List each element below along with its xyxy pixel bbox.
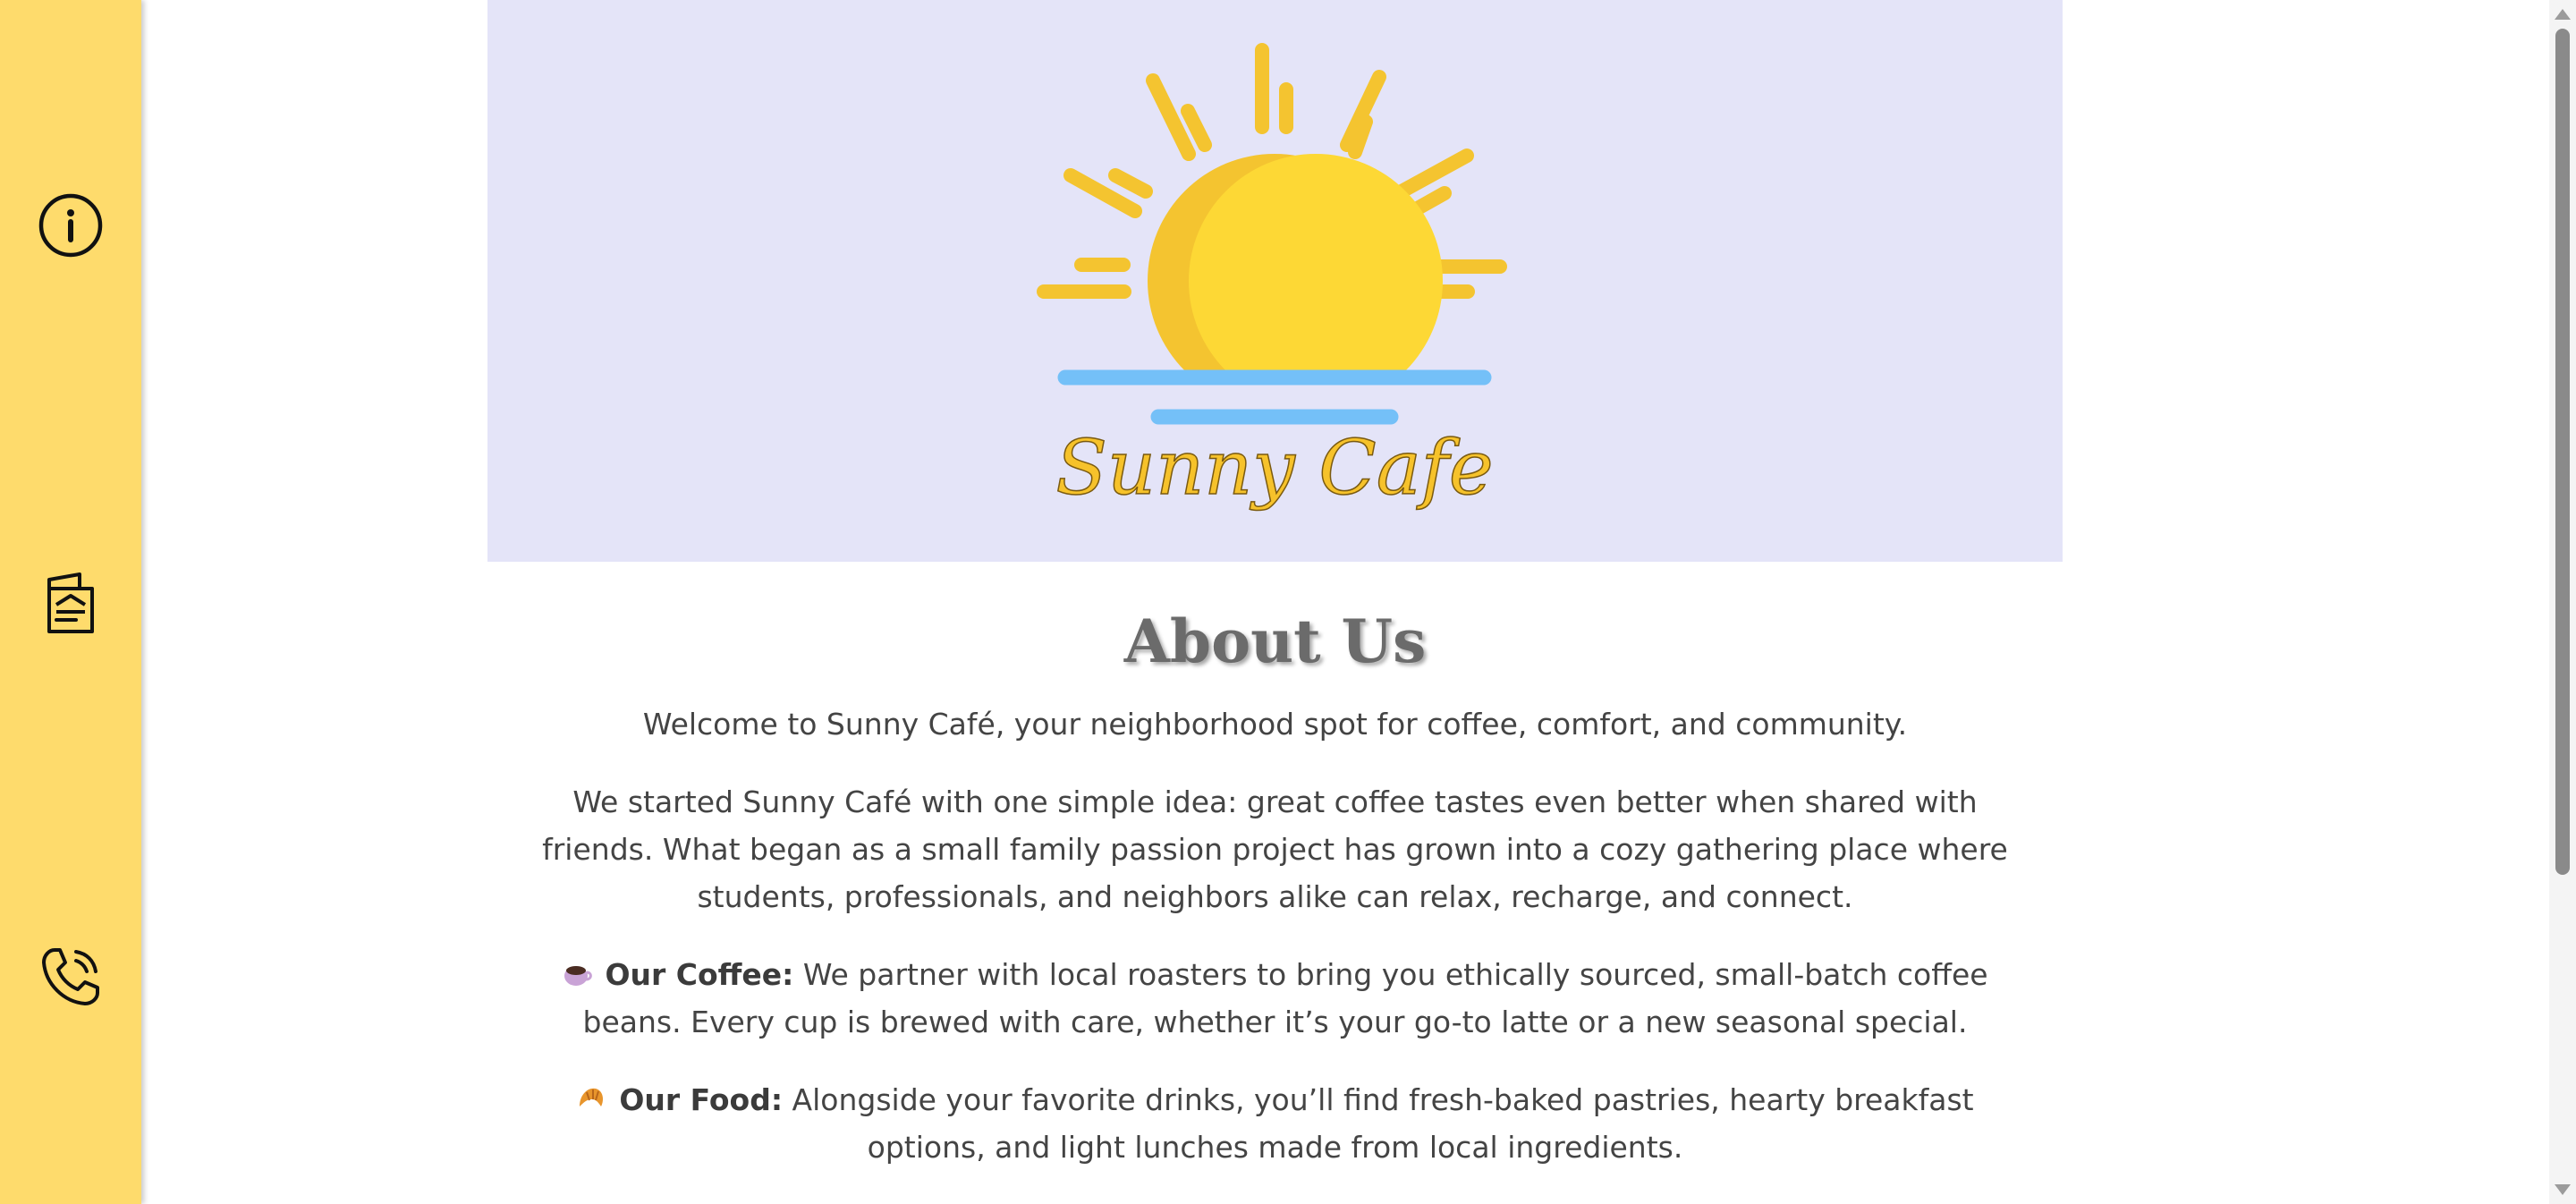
coffee-paragraph: Our Coffee: We partner with local roaste…	[514, 951, 2036, 1046]
menu-icon	[37, 569, 105, 640]
info-icon	[37, 191, 105, 263]
page-title: About Us	[1123, 606, 1427, 676]
coffee-label: Our Coffee:	[605, 957, 794, 993]
sunny-cafe-logo: Sunny Cafe	[1037, 43, 1507, 513]
food-text: Alongside your favorite drinks, you’ll f…	[783, 1082, 1974, 1166]
coffee-text: We partner with local roasters to bring …	[582, 957, 1988, 1040]
scroll-down-arrow[interactable]	[2555, 1184, 2571, 1195]
sidebar-nav	[0, 0, 141, 1204]
coffee-cup-icon	[562, 954, 593, 987]
hero-banner: Sunny Cafe	[487, 0, 2063, 562]
croissant-icon	[576, 1080, 606, 1110]
scroll-up-arrow[interactable]	[2555, 9, 2571, 20]
logo-text: Sunny Cafe	[1055, 424, 1493, 512]
food-label: Our Food:	[619, 1082, 784, 1118]
story-paragraph: We started Sunny Café with one simple id…	[542, 784, 2008, 915]
scroll-thumb[interactable]	[2555, 29, 2570, 875]
contact-button[interactable]	[35, 943, 106, 1014]
main-content: Sunny Cafe About Us Welcome to Sunny Caf…	[487, 0, 2063, 1171]
intro-paragraph: Welcome to Sunny Café, your neighborhood…	[642, 707, 1908, 742]
menu-button[interactable]	[35, 569, 106, 640]
phone-icon	[37, 943, 105, 1014]
page-scrollbar[interactable]	[2549, 0, 2576, 1204]
food-paragraph: Our Food: Alongside your favorite drinks…	[514, 1076, 2036, 1171]
info-button[interactable]	[35, 191, 106, 263]
about-content: Welcome to Sunny Café, your neighborhood…	[487, 700, 2063, 1171]
